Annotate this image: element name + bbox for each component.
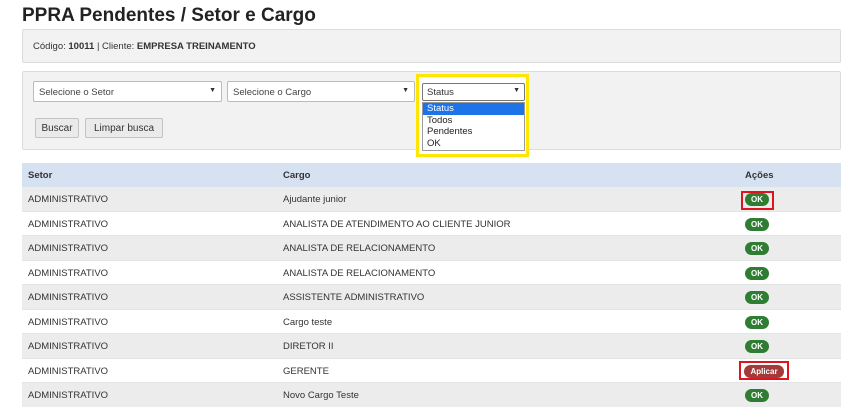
info-separator: | <box>96 41 100 52</box>
cell-cargo: DIRETOR II <box>283 341 334 352</box>
cell-cargo: ASSISTENTE ADMINISTRATIVO <box>283 292 425 303</box>
table-row: ADMINISTRATIVO GERENTE Aplicar <box>22 358 841 383</box>
cell-cargo: Novo Cargo Teste <box>283 390 359 401</box>
cargo-select[interactable]: Selecione o Cargo ▼ <box>227 81 415 102</box>
status-dropdown-highlight: Status ▼ Status Todos Pendentes OK <box>416 74 529 157</box>
setor-select[interactable]: Selecione o Setor ▼ <box>33 81 222 102</box>
table-header: Setor Cargo Ações <box>22 163 841 187</box>
cell-cargo: GERENTE <box>283 365 329 377</box>
cell-setor: ADMINISTRATIVO <box>28 218 109 230</box>
table-row: ADMINISTRATIVO Novo Cargo Teste OK <box>22 383 841 407</box>
cell-setor: ADMINISTRATIVO <box>28 243 109 254</box>
table-row: ADMINISTRATIVO Cargo teste OK <box>22 309 841 334</box>
table-row: ADMINISTRATIVO ANALISTA DE RELACIONAMENT… <box>22 236 841 261</box>
ok-badge-highlight <box>741 191 774 210</box>
setor-select-value: Selecione o Setor <box>39 87 114 98</box>
table-row: ADMINISTRATIVO DIRETOR II OK <box>22 334 841 359</box>
ok-badge[interactable]: OK <box>745 217 769 231</box>
apply-badge-highlight <box>739 361 789 380</box>
code-label: Código: <box>33 41 66 52</box>
client-value: EMPRESA TREINAMENTO <box>136 41 256 52</box>
cell-setor: ADMINISTRATIVO <box>28 316 109 328</box>
status-option-status[interactable]: Status <box>423 103 524 115</box>
cell-cargo: Cargo teste <box>283 316 333 328</box>
cell-cargo: ANALISTA DE RELACIONAMENTO <box>283 267 436 279</box>
client-label: Cliente: <box>102 41 135 52</box>
status-option-pendentes[interactable]: Pendentes <box>423 126 524 138</box>
status-option-todos[interactable]: Todos <box>423 115 524 127</box>
ok-badge[interactable]: OK <box>745 389 769 402</box>
cell-cargo: ANALISTA DE ATENDIMENTO AO CLIENTE JUNIO… <box>283 218 511 230</box>
cell-setor: ADMINISTRATIVO <box>28 194 109 205</box>
ok-badge[interactable]: OK <box>745 291 769 304</box>
header-setor: Setor <box>28 170 53 181</box>
table-row: ADMINISTRATIVO ANALISTA DE RELACIONAMENT… <box>22 260 841 285</box>
cell-setor: ADMINISTRATIVO <box>28 390 109 401</box>
ok-badge[interactable]: OK <box>745 242 769 255</box>
table-row: ADMINISTRATIVO ANALISTA DE ATENDIMENTO A… <box>22 211 841 236</box>
cell-setor: ADMINISTRATIVO <box>28 365 109 377</box>
cell-cargo: Ajudante junior <box>283 194 347 205</box>
client-info-text: Código: 10011 | Cliente: EMPRESA TREINAM… <box>33 41 256 52</box>
cell-setor: ADMINISTRATIVO <box>28 341 109 352</box>
status-option-ok[interactable]: OK <box>423 138 524 150</box>
cell-setor: ADMINISTRATIVO <box>28 267 109 279</box>
cargo-select-value: Selecione o Cargo <box>233 87 312 98</box>
code-value: 10011 <box>68 41 95 52</box>
cell-setor: ADMINISTRATIVO <box>28 292 109 303</box>
chevron-down-icon: ▼ <box>209 87 216 94</box>
header-cargo: Cargo <box>283 170 311 181</box>
search-button[interactable]: Buscar <box>35 118 79 138</box>
status-select[interactable]: Status ▼ <box>422 83 525 101</box>
status-select-value: Status <box>427 87 454 98</box>
client-info-panel: Código: 10011 | Cliente: EMPRESA TREINAM… <box>22 29 841 63</box>
chevron-down-icon: ▼ <box>513 87 520 94</box>
ok-badge[interactable]: OK <box>745 315 769 329</box>
page-title: PPRA Pendentes / Setor e Cargo <box>22 5 316 26</box>
header-acoes: Ações <box>745 170 774 181</box>
table-row: ADMINISTRATIVO Ajudante junior OK <box>22 187 841 212</box>
clear-search-button[interactable]: Limpar busca <box>85 118 163 138</box>
table-row: ADMINISTRATIVO ASSISTENTE ADMINISTRATIVO… <box>22 285 841 310</box>
ok-badge[interactable]: OK <box>745 266 769 280</box>
ok-badge[interactable]: OK <box>745 340 769 353</box>
cell-cargo: ANALISTA DE RELACIONAMENTO <box>283 243 436 254</box>
status-options-list: Status Todos Pendentes OK <box>422 102 525 151</box>
chevron-down-icon: ▼ <box>402 87 409 94</box>
